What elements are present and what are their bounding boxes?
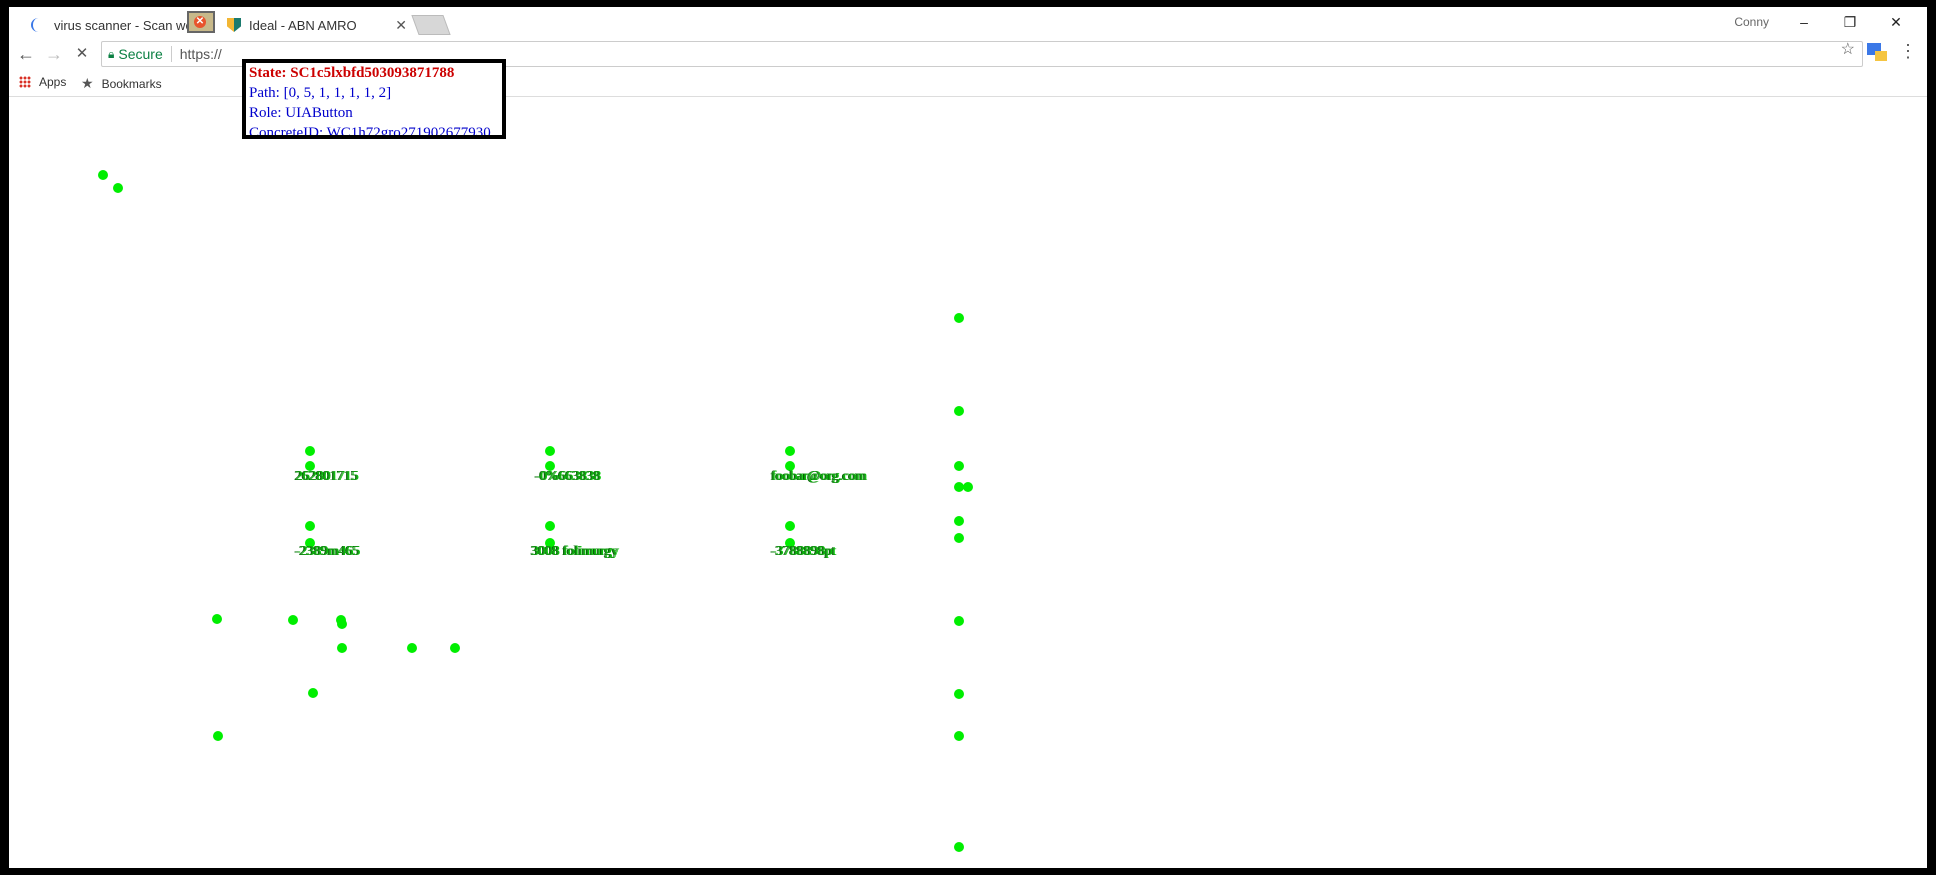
field-text[interactable]: -0%663838 [535, 469, 600, 485]
field-text[interactable]: 262801715 [295, 469, 358, 485]
tab-ideal-abn-amro[interactable]: Ideal - ABN AMRO ✕ [227, 13, 413, 37]
widget-marker[interactable] [954, 406, 964, 416]
minimize-button[interactable]: – [1781, 10, 1827, 34]
tooltip-state: State: SC1c5lxbfd503093871788 [249, 65, 455, 81]
loading-icon [31, 18, 46, 32]
page-content: 262801715 -0%663838 foobar@org.com -2389… [9, 97, 1927, 868]
widget-marker[interactable] [407, 643, 417, 653]
widget-marker[interactable] [963, 482, 973, 492]
widget-marker[interactable] [98, 170, 108, 180]
bookmark-label: Bookmarks [101, 76, 162, 91]
widget-marker[interactable] [305, 521, 315, 531]
lock-icon: 🔒︎ [108, 46, 115, 61]
widget-marker[interactable] [213, 731, 223, 741]
url-text[interactable]: https:// [180, 46, 222, 62]
widget-marker[interactable] [785, 521, 795, 531]
profile-name[interactable]: Conny [1734, 15, 1769, 29]
widget-info-tooltip: State: SC1c5lxbfd503093871788 Path: [0, … [242, 59, 506, 139]
bookmark-label: Apps [39, 75, 67, 89]
bookmark-star-icon[interactable]: ☆ [1841, 39, 1855, 59]
divider [170, 46, 172, 62]
widget-marker[interactable] [954, 533, 964, 543]
taskbar-edge [0, 868, 1936, 875]
close-tab-icon[interactable]: ✕ [395, 17, 407, 34]
widget-marker[interactable] [545, 446, 555, 456]
field-text[interactable]: -3788898pt [771, 544, 836, 560]
apps-bookmark[interactable]: Apps [19, 75, 66, 89]
field-text[interactable]: -2389m465 [295, 544, 360, 560]
widget-marker[interactable] [308, 688, 318, 698]
tooltip-concrete-id: ConcreteID: WC1h72gro271902677930 [249, 125, 491, 139]
browser-window: virus scanner - Scan web ✕ Ideal - ABN A… [9, 7, 1927, 868]
stop-button[interactable]: ✕ [71, 43, 93, 65]
widget-marker[interactable] [954, 313, 964, 323]
widget-marker[interactable] [113, 183, 123, 193]
widget-marker[interactable] [954, 516, 964, 526]
tab-label: virus scanner - Scan web [53, 17, 189, 33]
new-tab-button[interactable] [411, 15, 451, 35]
tooltip-path: Path: [0, 5, 1, 1, 1, 1, 2] [249, 85, 392, 101]
secure-label: Secure [118, 46, 163, 62]
shield-icon [227, 18, 241, 32]
tab-label: Ideal - ABN AMRO [249, 17, 357, 33]
bookmarks-folder[interactable]: ★ Bookmarks [81, 75, 162, 92]
widget-marker[interactable] [785, 446, 795, 456]
back-button[interactable]: ← [15, 43, 37, 65]
extension-icon[interactable] [1867, 41, 1889, 63]
widget-marker[interactable] [305, 446, 315, 456]
restore-button[interactable]: ❐ [1827, 10, 1873, 34]
star-icon: ★ [81, 75, 94, 91]
widget-marker[interactable] [954, 731, 964, 741]
widget-marker[interactable] [450, 643, 460, 653]
widget-marker[interactable] [954, 616, 964, 626]
tooltip-role: Role: UIAButton [249, 105, 353, 121]
widget-marker[interactable] [337, 619, 347, 629]
close-window-button[interactable]: ✕ [1873, 10, 1919, 34]
widget-marker[interactable] [337, 643, 347, 653]
widget-marker[interactable] [212, 614, 222, 624]
tab-virus-scanner[interactable]: virus scanner - Scan web [31, 13, 189, 37]
widget-marker[interactable] [288, 615, 298, 625]
widget-marker[interactable] [954, 842, 964, 852]
widget-marker[interactable] [954, 689, 964, 699]
widget-marker[interactable] [954, 461, 964, 471]
menu-icon[interactable]: ⋮ [1899, 41, 1917, 62]
forward-button[interactable]: → [43, 43, 65, 65]
field-text[interactable]: 3008 folimurgy [531, 544, 618, 560]
tab-strip: virus scanner - Scan web ✕ Ideal - ABN A… [9, 7, 1927, 37]
apps-grid-icon [19, 76, 31, 88]
crashed-tab-icon[interactable]: ✕ [187, 11, 215, 33]
field-text[interactable]: foobar@org.com [771, 469, 866, 485]
widget-marker[interactable] [545, 521, 555, 531]
